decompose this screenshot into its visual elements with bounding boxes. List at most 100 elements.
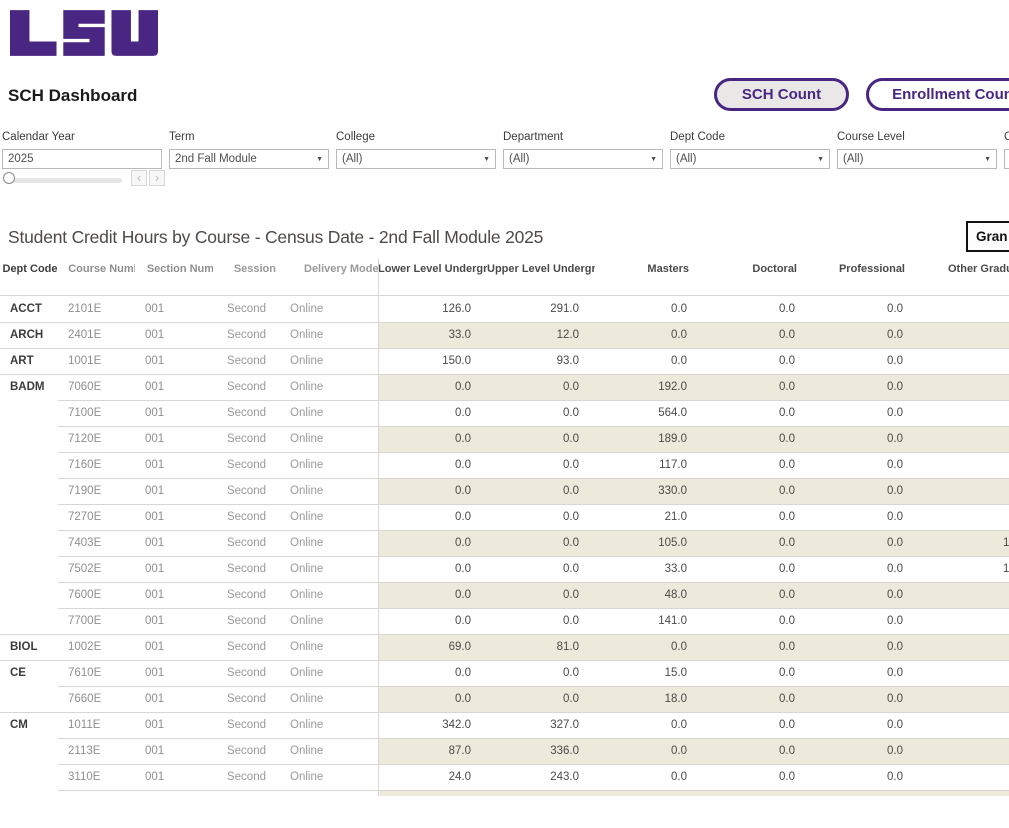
cell-section-number: 001 bbox=[135, 608, 213, 634]
page-title: SCH Dashboard bbox=[8, 86, 137, 106]
cell-lower-level: 0.0 bbox=[378, 660, 487, 686]
cell-masters: 0.0 bbox=[595, 322, 703, 348]
cell-section-number: 001 bbox=[135, 686, 213, 712]
cell-delivery-mode bbox=[278, 790, 378, 796]
col-masters: Masters bbox=[595, 258, 703, 295]
table-row: 7403E 001 Second Online 0.0 0.0 105.0 0.… bbox=[0, 530, 1009, 556]
cell-section-number: 001 bbox=[135, 504, 213, 530]
cell-other-graduate bbox=[919, 790, 1009, 796]
cell-doctoral: 0.0 bbox=[703, 530, 811, 556]
college-dropdown[interactable]: (All) ▼ bbox=[336, 149, 496, 169]
term-dropdown[interactable]: 2nd Fall Module ▼ bbox=[169, 149, 329, 169]
filter-label-calendar-year: Calendar Year bbox=[2, 131, 162, 145]
cell-section-number: 001 bbox=[135, 738, 213, 764]
cell-doctoral: 0.0 bbox=[703, 296, 811, 322]
cell-delivery-mode: Online bbox=[278, 738, 378, 764]
cell-doctoral: 0.0 bbox=[703, 452, 811, 478]
cell-doctoral: 0.0 bbox=[703, 556, 811, 582]
cell-delivery-mode: Online bbox=[278, 322, 378, 348]
cell-masters: 15.0 bbox=[595, 660, 703, 686]
cell-other-graduate bbox=[919, 764, 1009, 790]
table-rows: ACCT 2101E 001 Second Online 126.0 291.0… bbox=[0, 296, 1009, 796]
cell-delivery-mode: Online bbox=[278, 712, 378, 738]
filter-dept-code: Dept Code (All) ▼ bbox=[670, 131, 830, 169]
table-row: 7190E 001 Second Online 0.0 0.0 330.0 0.… bbox=[0, 478, 1009, 504]
cell-dept-code bbox=[0, 452, 58, 478]
cell-session: Second bbox=[213, 530, 278, 556]
cell-professional: 0.0 bbox=[811, 400, 919, 426]
chevron-right-icon[interactable]: › bbox=[149, 170, 165, 186]
table-row: 2113E 001 Second Online 87.0 336.0 0.0 0… bbox=[0, 738, 1009, 764]
filter-label-college: College bbox=[336, 131, 496, 145]
slider-thumb[interactable] bbox=[3, 172, 15, 184]
clipped-dropdown[interactable] bbox=[1004, 149, 1009, 169]
cell-professional: 0.0 bbox=[811, 322, 919, 348]
cell-doctoral: 0.0 bbox=[703, 504, 811, 530]
cell-section-number: 001 bbox=[135, 374, 213, 400]
cell-session: Second bbox=[213, 374, 278, 400]
cell-session: Second bbox=[213, 322, 278, 348]
cell-session: Second bbox=[213, 478, 278, 504]
cell-other-graduate bbox=[919, 296, 1009, 322]
cell-upper-level: 0.0 bbox=[487, 426, 595, 452]
chevron-down-icon: ▼ bbox=[483, 156, 490, 163]
cell-other-graduate bbox=[919, 608, 1009, 634]
chevron-left-icon[interactable]: ‹ bbox=[131, 170, 147, 186]
cell-doctoral: 0.0 bbox=[703, 374, 811, 400]
cell-course-number: 7190E bbox=[58, 478, 135, 504]
cell-lower-level: 0.0 bbox=[378, 504, 487, 530]
grand-total-button[interactable]: Gran bbox=[966, 221, 1009, 252]
table-row: BADM 7060E 001 Second Online 0.0 0.0 192… bbox=[0, 374, 1009, 400]
cell-section-number: 001 bbox=[135, 660, 213, 686]
col-delivery-mode: Delivery Mode bbox=[278, 258, 378, 295]
cell-doctoral: 0.0 bbox=[703, 764, 811, 790]
cell-masters: 33.0 bbox=[595, 556, 703, 582]
calendar-year-input[interactable]: 2025 bbox=[2, 149, 162, 169]
cell-dept-code bbox=[0, 764, 58, 790]
cell-lower-level: 33.0 bbox=[378, 322, 487, 348]
table-row: 7120E 001 Second Online 0.0 0.0 189.0 0.… bbox=[0, 426, 1009, 452]
cell-section-number: 001 bbox=[135, 426, 213, 452]
cell-course-number: 1011E bbox=[58, 712, 135, 738]
cell-delivery-mode: Online bbox=[278, 504, 378, 530]
cell-session bbox=[213, 790, 278, 796]
table-row: ARCH 2401E 001 Second Online 33.0 12.0 0… bbox=[0, 322, 1009, 348]
department-dropdown[interactable]: (All) ▼ bbox=[503, 149, 663, 169]
cell-course-number: 7160E bbox=[58, 452, 135, 478]
cell-other-graduate bbox=[919, 582, 1009, 608]
cell-other-graduate bbox=[919, 738, 1009, 764]
col-upper-level: Upper Level Undergraduate bbox=[487, 258, 595, 295]
filter-label-course-level: Course Level bbox=[837, 131, 997, 145]
cell-lower-level bbox=[378, 790, 487, 796]
course-level-dropdown[interactable]: (All) ▼ bbox=[837, 149, 997, 169]
cell-other-graduate bbox=[919, 374, 1009, 400]
cell-dept-code bbox=[0, 582, 58, 608]
dept-code-dropdown[interactable]: (All) ▼ bbox=[670, 149, 830, 169]
cell-professional: 0.0 bbox=[811, 608, 919, 634]
slider-track[interactable] bbox=[8, 178, 122, 183]
cell-delivery-mode: Online bbox=[278, 426, 378, 452]
cell-course-number: 7660E bbox=[58, 686, 135, 712]
cell-dept-code bbox=[0, 530, 58, 556]
cell-section-number: 001 bbox=[135, 582, 213, 608]
cell-masters: 0.0 bbox=[595, 348, 703, 374]
filter-label-department: Department bbox=[503, 131, 663, 145]
cell-course-number: 1002E bbox=[58, 634, 135, 660]
sch-count-button[interactable]: SCH Count bbox=[714, 78, 849, 111]
enrollment-count-button[interactable]: Enrollment Count bbox=[866, 78, 1009, 111]
cell-upper-level: 0.0 bbox=[487, 530, 595, 556]
cell-doctoral: 0.0 bbox=[703, 322, 811, 348]
cell-delivery-mode: Online bbox=[278, 374, 378, 400]
cell-masters: 0.0 bbox=[595, 738, 703, 764]
chevron-down-icon: ▼ bbox=[316, 156, 323, 163]
cell-lower-level: 24.0 bbox=[378, 764, 487, 790]
filter-label-term: Term bbox=[169, 131, 329, 145]
col-other-graduate: Other Gradu bbox=[919, 258, 1009, 295]
cell-upper-level: 0.0 bbox=[487, 608, 595, 634]
cell-delivery-mode: Online bbox=[278, 556, 378, 582]
cell-lower-level: 0.0 bbox=[378, 374, 487, 400]
cell-lower-level: 0.0 bbox=[378, 400, 487, 426]
cell-session: Second bbox=[213, 660, 278, 686]
cell-dept-code: ARCH bbox=[0, 322, 58, 348]
table-row: 7270E 001 Second Online 0.0 0.0 21.0 0.0… bbox=[0, 504, 1009, 530]
